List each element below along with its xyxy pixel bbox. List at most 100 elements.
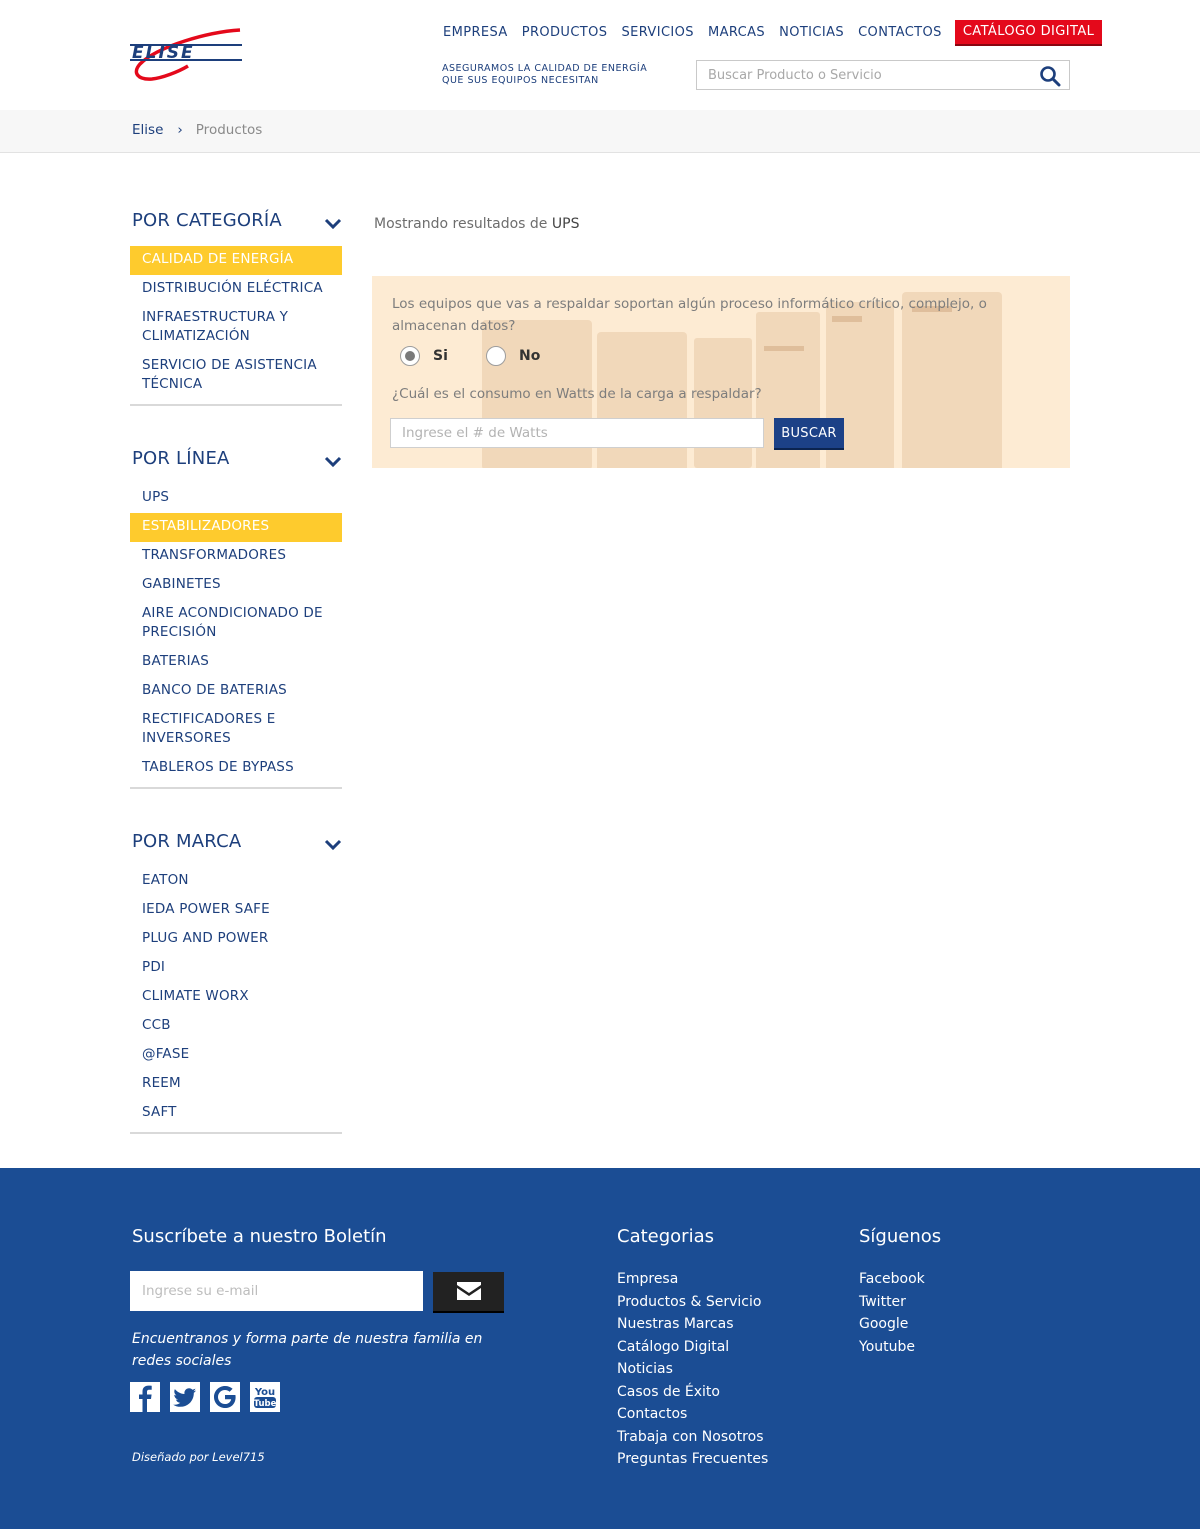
breadcrumb-home[interactable]: Elise [132, 122, 163, 138]
filter-item-distribucion-electrica[interactable]: DISTRIBUCIÓN ELÉCTRICA [130, 275, 342, 304]
results-query: UPS [551, 216, 580, 232]
results-heading: Mostrando resultados de UPS [374, 216, 579, 232]
filter-group-header[interactable]: POR LÍNEA [130, 446, 342, 484]
footer-link-contactos[interactable]: Contactos [617, 1403, 768, 1426]
nav-catalogo-digital[interactable]: CATÁLOGO DIGITAL [954, 20, 1103, 46]
facebook-icon[interactable] [130, 1382, 160, 1412]
filter-item-ieda[interactable]: IEDA POWER SAFE [130, 896, 342, 925]
breadcrumb: Elise › Productos [132, 122, 262, 138]
twitter-icon[interactable] [170, 1382, 200, 1412]
radio-no-label: No [519, 348, 541, 364]
filter-item-servicio-asistencia[interactable]: SERVICIO DE ASISTENCIA TÉCNICA [130, 352, 342, 400]
footer-link-google[interactable]: Google [859, 1313, 925, 1336]
svg-text:You: You [254, 1387, 275, 1398]
footer-link-facebook[interactable]: Facebook [859, 1268, 925, 1291]
filter-group-title: POR LÍNEA [132, 448, 230, 469]
footer-link-twitter[interactable]: Twitter [859, 1291, 925, 1314]
filter-item-aire-acondicionado[interactable]: AIRE ACONDICIONADO DE PRECISIÓN [130, 600, 342, 648]
social-tagline: Encuentranos y forma parte de nuestra fa… [132, 1331, 483, 1369]
nav-empresa[interactable]: EMPRESA [443, 21, 508, 45]
svg-text:Tube: Tube [254, 1399, 277, 1409]
ups-selector-panel: Los equipos que vas a respaldar soportan… [372, 276, 1070, 468]
results-prefix: Mostrando resultados de [374, 216, 548, 232]
filter-group-header[interactable]: POR CATEGORÍA [130, 208, 342, 246]
filter-item-estabilizadores[interactable]: ESTABILIZADORES [130, 513, 342, 542]
radio-yes-label: Si [433, 348, 448, 364]
filter-item-fase[interactable]: @FASE [130, 1041, 342, 1070]
search-icon[interactable] [1039, 65, 1061, 87]
footer-categories-list: Empresa Productos & Servicio Nuestras Ma… [617, 1268, 768, 1471]
filter-item-climate-worx[interactable]: CLIMATE WORX [130, 983, 342, 1012]
filter-item-ccb[interactable]: CCB [130, 1012, 342, 1041]
filter-item-baterias[interactable]: BATERIAS [130, 648, 342, 677]
question-watts: ¿Cuál es el consumo en Watts de la carga… [392, 386, 762, 402]
filter-item-eaton[interactable]: EATON [130, 867, 342, 896]
breadcrumb-current: Productos [195, 122, 263, 138]
nav-contactos[interactable]: CONTACTOS [858, 21, 942, 45]
site-header: ELISE EMPRESA PRODUCTOS SERVICIOS MARCAS… [0, 0, 1200, 110]
filter-item-infraestructura[interactable]: INFRAESTRUCTURA Y CLIMATIZACIÓN [130, 304, 342, 352]
newsletter-email-input[interactable] [130, 1271, 423, 1311]
question-critical-process: Los equipos que vas a respaldar soportan… [392, 296, 987, 334]
chevron-down-icon[interactable] [324, 453, 342, 468]
filter-item-rectificadores[interactable]: RECTIFICADORES E INVERSORES [130, 706, 342, 754]
categories-title: Categorias [617, 1226, 714, 1247]
radio-yes[interactable]: Si [400, 346, 448, 366]
filter-item-banco-baterias[interactable]: BANCO DE BATERIAS [130, 677, 342, 706]
social-icons: You Tube [130, 1382, 290, 1412]
filter-group-title: POR MARCA [132, 831, 242, 852]
footer-link-empresa[interactable]: Empresa [617, 1268, 768, 1291]
filter-item-gabinetes[interactable]: GABINETES [130, 571, 342, 600]
filter-item-calidad-energia[interactable]: CALIDAD DE ENERGÍA [130, 246, 342, 275]
follow-title: Síguenos [859, 1226, 942, 1247]
footer-link-productos-servicio[interactable]: Productos & Servicio [617, 1291, 768, 1314]
radio-no-control[interactable] [486, 346, 506, 366]
newsletter-title: Suscríbete a nuestro Boletín [132, 1226, 387, 1247]
header-tagline: ASEGURAMOS LA CALIDAD DE ENERGÍA QUE SUS… [442, 63, 647, 87]
filter-sidebar: POR CATEGORÍA CALIDAD DE ENERGÍA DISTRIB… [130, 208, 342, 1174]
filter-item-transformadores[interactable]: TRANSFORMADORES [130, 542, 342, 571]
footer-link-noticias[interactable]: Noticias [617, 1358, 768, 1381]
filter-item-reem[interactable]: REEM [130, 1070, 342, 1099]
nav-productos[interactable]: PRODUCTOS [522, 21, 608, 45]
filter-item-saft[interactable]: SAFT [130, 1099, 342, 1128]
tagline-line-2: QUE SUS EQUIPOS NECESITAN [442, 75, 599, 86]
footer-link-catalogo-digital[interactable]: Catálogo Digital [617, 1336, 768, 1359]
designed-by: Diseñado por Level715 [132, 1450, 265, 1464]
radio-yes-control[interactable] [400, 346, 420, 366]
footer-link-youtube[interactable]: Youtube [859, 1336, 925, 1359]
chevron-down-icon[interactable] [324, 215, 342, 230]
elise-logo[interactable]: ELISE [128, 26, 246, 84]
footer-link-nuestras-marcas[interactable]: Nuestras Marcas [617, 1313, 768, 1336]
buscar-button[interactable]: BUSCAR [774, 418, 844, 450]
envelope-icon [457, 1282, 481, 1300]
filter-group-categoria: POR CATEGORÍA CALIDAD DE ENERGÍA DISTRIB… [130, 208, 342, 406]
footer-link-casos-exito[interactable]: Casos de Éxito [617, 1381, 768, 1404]
watts-input[interactable] [390, 418, 764, 448]
nav-servicios[interactable]: SERVICIOS [621, 21, 694, 45]
site-footer: Suscríbete a nuestro Boletín Encuentrano… [0, 1168, 1200, 1529]
radio-no[interactable]: No [486, 346, 540, 366]
filter-group-linea: POR LÍNEA UPS ESTABILIZADORES TRANSFORMA… [130, 446, 342, 789]
nav-noticias[interactable]: NOTICIAS [779, 21, 844, 45]
youtube-icon[interactable]: You Tube [250, 1382, 280, 1412]
newsletter-submit-button[interactable] [433, 1272, 504, 1313]
chevron-down-icon[interactable] [324, 836, 342, 851]
filter-group-header[interactable]: POR MARCA [130, 829, 342, 867]
header-search [696, 60, 1070, 90]
nav-marcas[interactable]: MARCAS [708, 21, 765, 45]
footer-follow-list: Facebook Twitter Google Youtube [859, 1268, 925, 1358]
filter-group-marca: POR MARCA EATON IEDA POWER SAFE PLUG AND… [130, 829, 342, 1134]
filter-item-tableros-bypass[interactable]: TABLEROS DE BYPASS [130, 754, 342, 783]
filter-item-plug-and-power[interactable]: PLUG AND POWER [130, 925, 342, 954]
breadcrumb-separator: › [177, 122, 183, 138]
breadcrumb-bar: Elise › Productos [0, 110, 1200, 153]
main-nav: EMPRESA PRODUCTOS SERVICIOS MARCAS NOTIC… [436, 20, 1109, 46]
footer-link-preguntas[interactable]: Preguntas Frecuentes [617, 1448, 768, 1471]
filter-item-pdi[interactable]: PDI [130, 954, 342, 983]
google-icon[interactable] [210, 1382, 240, 1412]
filter-group-title: POR CATEGORÍA [132, 210, 282, 231]
footer-link-trabaja[interactable]: Trabaja con Nosotros [617, 1426, 768, 1449]
filter-item-ups[interactable]: UPS [130, 484, 342, 513]
search-input[interactable] [697, 61, 1027, 89]
